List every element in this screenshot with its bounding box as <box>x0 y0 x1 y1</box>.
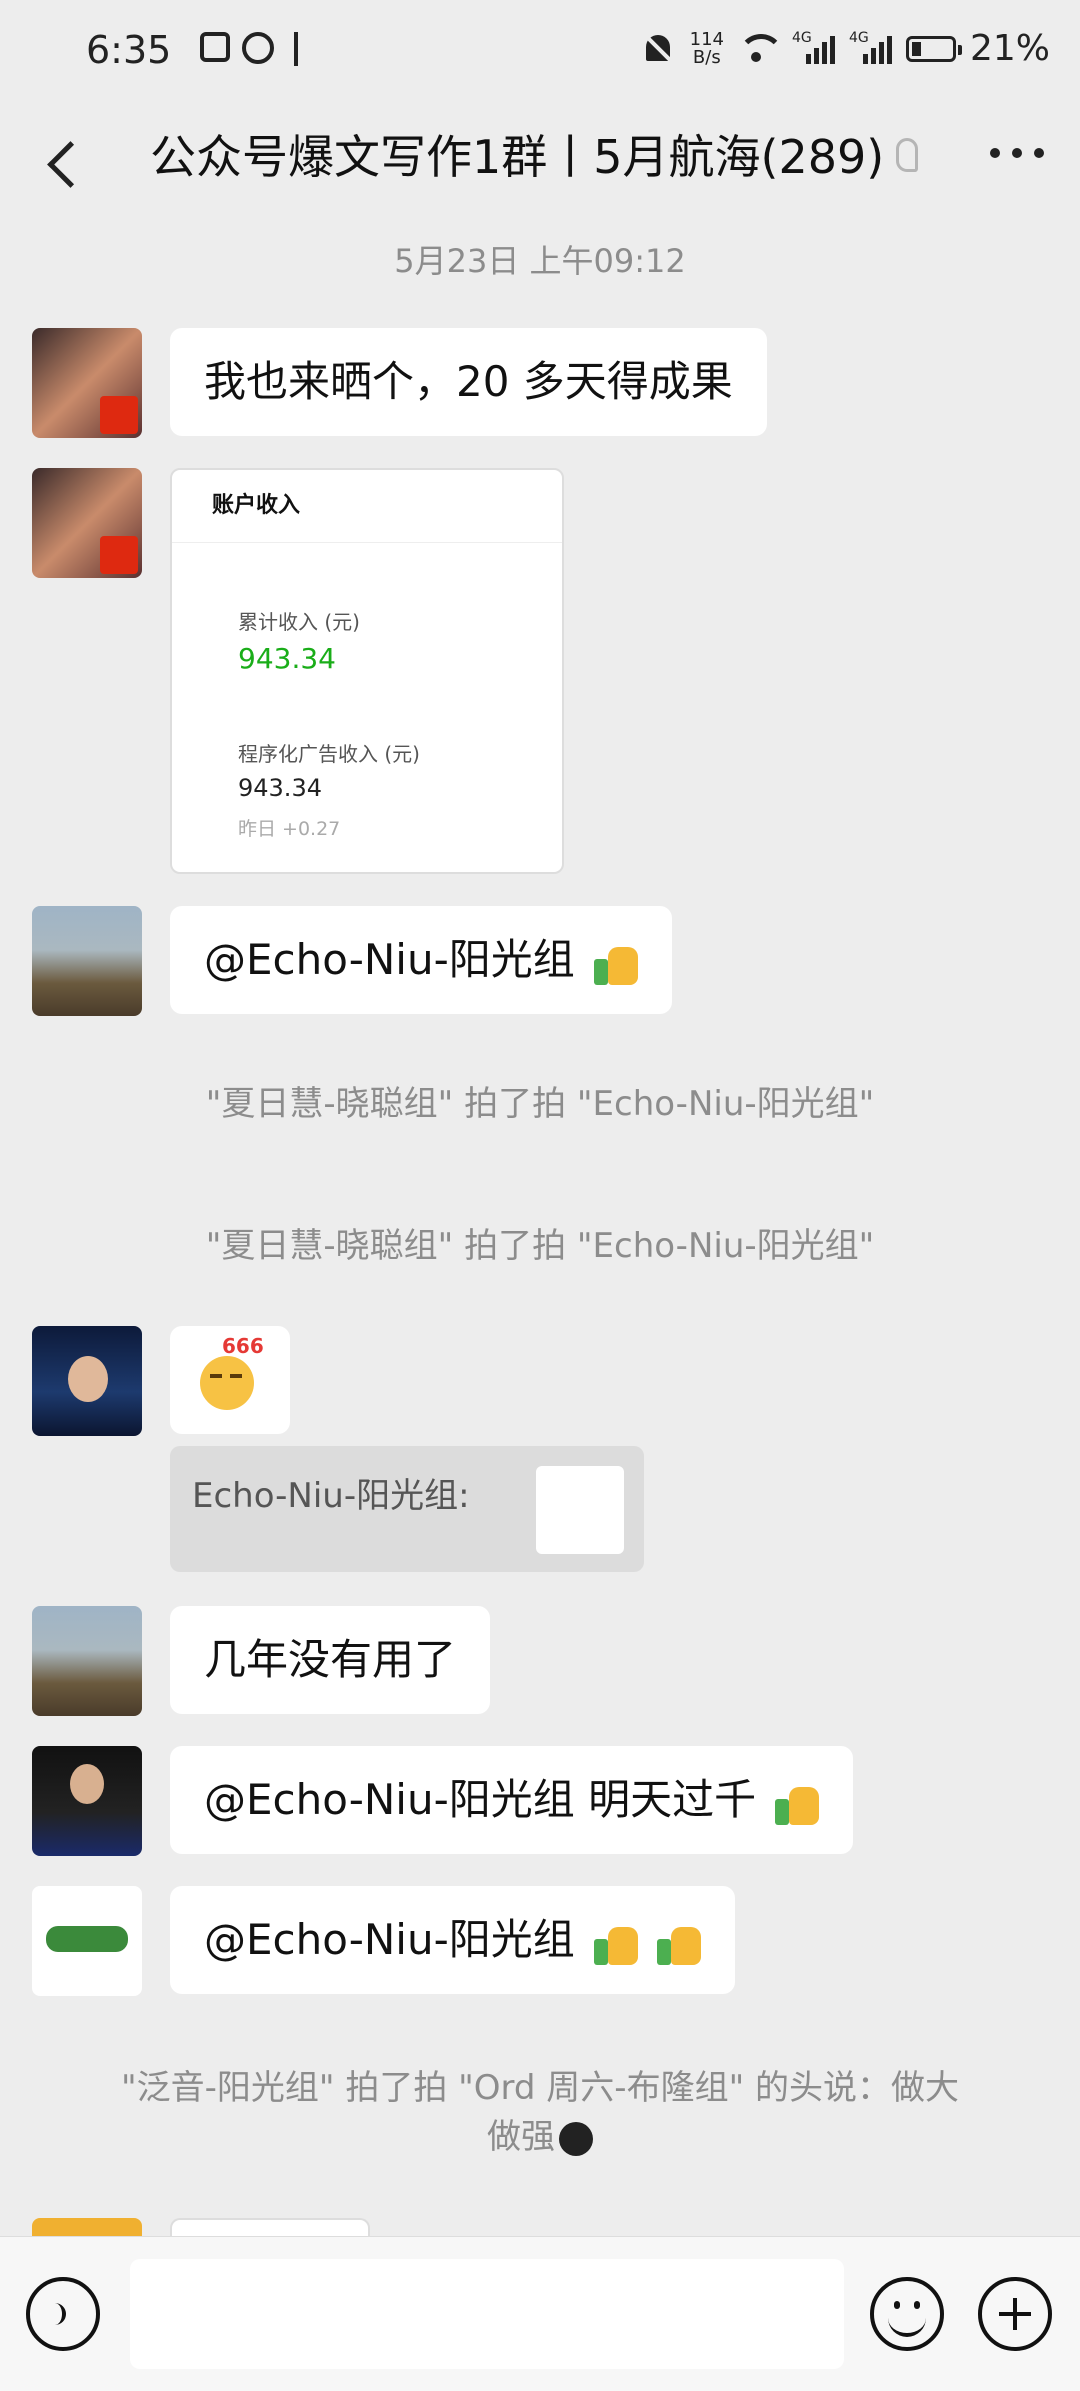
back-arrow-icon[interactable] <box>40 140 84 184</box>
message-bubble[interactable] <box>170 2218 370 2236</box>
avatar[interactable] <box>32 1326 142 1436</box>
avatar[interactable] <box>32 1886 142 1996</box>
chat-input-bar <box>0 2236 1080 2391</box>
yesterday-income: 昨日 +0.27 <box>238 818 341 840</box>
status-time: 6:35 <box>86 28 172 72</box>
sim1-label: 4G <box>791 29 812 46</box>
flag-icon <box>100 536 138 574</box>
thumbs-up-icon <box>594 1921 639 1965</box>
avatar-face <box>70 1764 104 1804</box>
ad-income-label: 程序化广告收入 (元) <box>238 742 420 766</box>
pat-notice: "夏日慧-晓聪组" 拍了拍 "Echo-Niu-阳光组" <box>205 1084 875 1124</box>
earpiece-mode-icon <box>896 138 918 172</box>
income-screenshot-card[interactable]: 账户收入 累计收入 (元) 943.34 程序化广告收入 (元) 943.34 … <box>170 468 564 874</box>
net-speed-value: 114 <box>689 28 724 50</box>
avatar[interactable] <box>32 1746 142 1856</box>
flag-icon <box>100 396 138 434</box>
thinking-face-icon <box>200 1356 254 1410</box>
signal-icon-sim2: 4G <box>849 30 892 64</box>
chat-header: 公众号爆文写作1群丨5月航海(289) <box>0 110 1080 216</box>
message-text: 我也来晒个，20 多天得成果 <box>204 357 733 406</box>
more-options-icon[interactable] <box>990 148 1044 158</box>
avatar[interactable] <box>32 468 142 578</box>
quote-author: Echo-Niu-阳光组: <box>192 1476 470 1516</box>
signal-icon-sim1: 4G <box>792 30 835 64</box>
avatar[interactable] <box>32 906 142 1016</box>
message-text: @Echo-Niu-阳光组 <box>204 1915 575 1964</box>
thumbs-up-icon <box>775 1781 820 1825</box>
message-bubble[interactable]: 我也来晒个，20 多天得成果 <box>170 328 767 436</box>
thumbs-up-icon <box>657 1921 702 1965</box>
net-speed: 114 B/s <box>689 28 724 68</box>
wifi-icon <box>737 33 778 64</box>
pat-notice-line: 做强 <box>0 2109 1080 2158</box>
avatar[interactable] <box>32 2218 142 2236</box>
quoted-image-thumbnail[interactable] <box>536 1466 624 1554</box>
status-right-icons: 114 B/s 4G 4G 21% <box>640 28 1050 69</box>
ad-income-value: 943.34 <box>238 774 322 802</box>
message-text: 几年没有用了 <box>204 1635 457 1684</box>
message-bubble[interactable]: @Echo-Niu-阳光组 <box>170 1886 736 1994</box>
cumulative-income-label: 累计收入 (元) <box>238 610 360 634</box>
cumulative-income-value: 943.34 <box>238 642 336 675</box>
sticker-bubble[interactable]: 666 <box>170 1326 290 1434</box>
message-bubble[interactable]: @Echo-Niu-阳光组 <box>170 906 673 1014</box>
avatar[interactable] <box>32 1606 142 1716</box>
sim2-label: 4G <box>848 29 869 46</box>
pat-notice-line: "泛音-阳光组" 拍了拍 "Ord 周六-布隆组" 的头说：做大 <box>120 2068 960 2108</box>
quoted-message[interactable]: Echo-Niu-阳光组: <box>170 1446 644 1572</box>
status-bar: 6:35 114 B/s 4G 4G 21% <box>0 0 1080 110</box>
message-input[interactable] <box>130 2259 844 2369</box>
battery-icon <box>905 35 962 62</box>
card-header: 账户收入 <box>172 470 562 543</box>
avatar[interactable] <box>32 328 142 438</box>
chat-title: 公众号爆文写作1群丨5月航海(289) <box>150 130 885 184</box>
alarm-icon <box>242 32 274 64</box>
emoji-icon[interactable] <box>870 2277 944 2351</box>
thumbs-up-icon <box>594 941 639 985</box>
bluetooth-icon <box>286 32 306 66</box>
crocodile-icon <box>46 1926 128 1952</box>
message-bubble[interactable]: @Echo-Niu-阳光组 明天过千 <box>170 1746 854 1854</box>
message-text: @Echo-Niu-阳光组 明天过千 <box>204 1775 757 1824</box>
pat-notice-text: 做强 <box>487 2117 555 2157</box>
message-text: @Echo-Niu-阳光组 <box>204 935 575 984</box>
bomb-icon <box>559 2121 593 2156</box>
battery-level: 21% <box>969 28 1050 69</box>
sticker-text: 666 <box>222 1334 264 1358</box>
add-more-icon[interactable] <box>978 2277 1052 2351</box>
nfc-icon <box>200 32 230 62</box>
pat-notice: "夏日慧-晓聪组" 拍了拍 "Echo-Niu-阳光组" <box>205 1226 875 1266</box>
mute-icon <box>640 31 676 67</box>
pat-notice: "泛音-阳光组" 拍了拍 "Ord 周六-布隆组" 的头说：做大 做强 <box>0 2060 1080 2158</box>
status-left-icons <box>200 32 306 66</box>
net-speed-unit: B/s <box>692 46 721 68</box>
voice-input-icon[interactable] <box>26 2277 100 2351</box>
avatar-face <box>68 1356 108 1402</box>
message-bubble[interactable]: 几年没有用了 <box>170 1606 491 1714</box>
message-timestamp: 5月23日 上午09:12 <box>394 242 686 280</box>
